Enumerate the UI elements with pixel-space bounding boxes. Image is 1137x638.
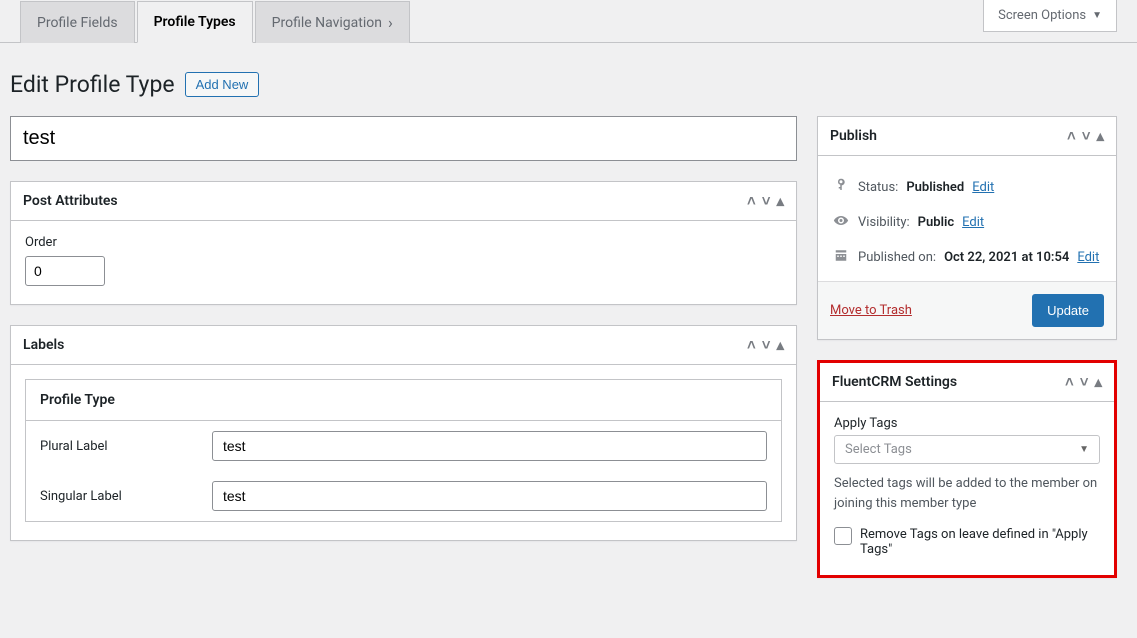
- tab-profile-types[interactable]: Profile Types: [137, 1, 253, 43]
- tab-profile-fields[interactable]: Profile Fields: [20, 1, 135, 43]
- published-value: Oct 22, 2021 at 10:54: [944, 250, 1069, 265]
- page-title: Edit Profile Type: [10, 71, 175, 98]
- apply-tags-label: Apply Tags: [834, 416, 1100, 431]
- tab-profile-navigation[interactable]: Profile Navigation ›: [255, 1, 410, 43]
- status-edit-link[interactable]: Edit: [972, 180, 994, 195]
- postbox-title: Publish: [830, 128, 877, 144]
- status-value: Published: [906, 180, 964, 195]
- move-up-icon[interactable]: ˄: [1067, 127, 1076, 145]
- screen-options-label: Screen Options: [998, 8, 1086, 23]
- postbox-title: Post Attributes: [23, 193, 118, 209]
- add-new-button[interactable]: Add New: [185, 72, 260, 97]
- key-icon: [832, 178, 850, 197]
- chevron-right-icon: ›: [388, 15, 393, 31]
- postbox-title: FluentCRM Settings: [832, 374, 957, 390]
- update-button[interactable]: Update: [1032, 294, 1104, 327]
- order-label: Order: [25, 235, 782, 250]
- apply-tags-helptext: Selected tags will be added to the membe…: [834, 474, 1100, 513]
- toggle-icon[interactable]: ▴: [776, 192, 784, 210]
- select-tags-dropdown[interactable]: Select Tags ▼: [834, 435, 1100, 464]
- title-input[interactable]: [10, 116, 797, 161]
- toggle-icon[interactable]: ▴: [1094, 373, 1102, 391]
- status-label: Status:: [858, 180, 898, 195]
- published-edit-link[interactable]: Edit: [1077, 250, 1099, 265]
- move-down-icon[interactable]: ˅: [762, 336, 771, 354]
- move-down-icon[interactable]: ˅: [1080, 373, 1089, 391]
- caret-down-icon: ▼: [1092, 10, 1102, 21]
- calendar-icon: [832, 248, 850, 267]
- postbox-publish: Publish ˄ ˅ ▴ Status: Published Edit: [817, 116, 1117, 340]
- postbox-fluentcrm: FluentCRM Settings ˄ ˅ ▴ Apply Tags Sele…: [817, 360, 1117, 578]
- move-to-trash-link[interactable]: Move to Trash: [830, 303, 912, 318]
- move-up-icon[interactable]: ˄: [747, 336, 756, 354]
- toggle-icon[interactable]: ▴: [776, 336, 784, 354]
- select-placeholder: Select Tags: [845, 442, 912, 457]
- caret-down-icon: ▼: [1079, 444, 1089, 455]
- remove-tags-label: Remove Tags on leave defined in "Apply T…: [860, 527, 1100, 557]
- move-down-icon[interactable]: ˅: [762, 192, 771, 210]
- singular-input[interactable]: [212, 481, 767, 511]
- visibility-edit-link[interactable]: Edit: [962, 215, 984, 230]
- toggle-icon[interactable]: ▴: [1096, 127, 1104, 145]
- move-up-icon[interactable]: ˄: [747, 192, 756, 210]
- plural-label: Plural Label: [40, 439, 200, 454]
- postbox-post-attributes: Post Attributes ˄ ˅ ▴ Order: [10, 181, 797, 305]
- plural-input[interactable]: [212, 431, 767, 461]
- singular-label: Singular Label: [40, 489, 200, 504]
- postbox-title: Labels: [23, 337, 64, 353]
- visibility-value: Public: [918, 215, 954, 230]
- order-input[interactable]: [25, 256, 105, 286]
- labels-group-title: Profile Type: [26, 380, 781, 421]
- screen-options-toggle[interactable]: Screen Options ▼: [983, 0, 1117, 32]
- tab-label: Profile Fields: [37, 15, 118, 31]
- tab-bar: Profile Fields Profile Types Profile Nav…: [20, 0, 412, 42]
- move-up-icon[interactable]: ˄: [1065, 373, 1074, 391]
- visibility-label: Visibility:: [858, 215, 910, 230]
- remove-tags-checkbox[interactable]: [834, 527, 852, 545]
- published-label: Published on:: [858, 250, 936, 265]
- tab-label: Profile Navigation: [272, 15, 382, 31]
- tab-label: Profile Types: [154, 14, 236, 30]
- eye-icon: [832, 213, 850, 232]
- move-down-icon[interactable]: ˅: [1082, 127, 1091, 145]
- postbox-labels: Labels ˄ ˅ ▴ Profile Type Plural Label: [10, 325, 797, 541]
